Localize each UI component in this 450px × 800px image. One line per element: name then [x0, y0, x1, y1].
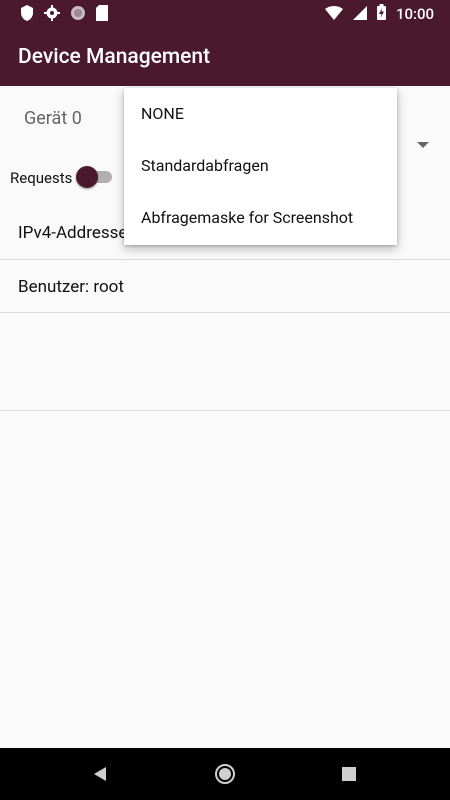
empty-row: [0, 313, 450, 411]
dropdown-menu: NONE Standardabfragen Abfragemaske for S…: [124, 88, 397, 245]
signal-icon: [352, 5, 367, 24]
status-bar: 10:00: [0, 0, 450, 29]
circle-icon: [70, 5, 86, 25]
nav-bar: [0, 748, 450, 800]
home-button[interactable]: [212, 761, 238, 787]
ipv4-label: IPv4-Addresse: [18, 223, 128, 243]
user-row: Benutzer: root: [0, 260, 450, 313]
app-bar: Device Management: [0, 29, 450, 86]
switch-thumb: [76, 166, 98, 188]
dropdown-item-abfragemaske[interactable]: Abfragemaske for Screenshot: [124, 192, 397, 244]
home-icon: [215, 764, 235, 784]
requests-switch[interactable]: [76, 165, 112, 188]
user-value: root: [93, 277, 124, 297]
dropdown-item-standardabfragen[interactable]: Standardabfragen: [124, 140, 397, 192]
dropdown-arrow-icon[interactable]: [417, 142, 429, 148]
recents-icon: [342, 767, 356, 781]
requests-label: Requests: [10, 169, 73, 187]
app-title: Device Management: [18, 45, 211, 69]
shield-icon: [20, 5, 34, 25]
recents-button[interactable]: [336, 761, 362, 787]
back-button[interactable]: [87, 761, 113, 787]
wifi-icon: [324, 5, 343, 24]
status-time: 10:00: [395, 5, 434, 23]
dropdown-item-none[interactable]: NONE: [124, 88, 397, 140]
gear-icon: [44, 5, 60, 25]
user-label: Benutzer: root: [18, 277, 124, 297]
sd-card-icon: [96, 5, 108, 25]
device-spinner-value[interactable]: Gerät 0: [24, 108, 82, 129]
battery-icon: [376, 4, 386, 24]
back-icon: [94, 767, 106, 781]
